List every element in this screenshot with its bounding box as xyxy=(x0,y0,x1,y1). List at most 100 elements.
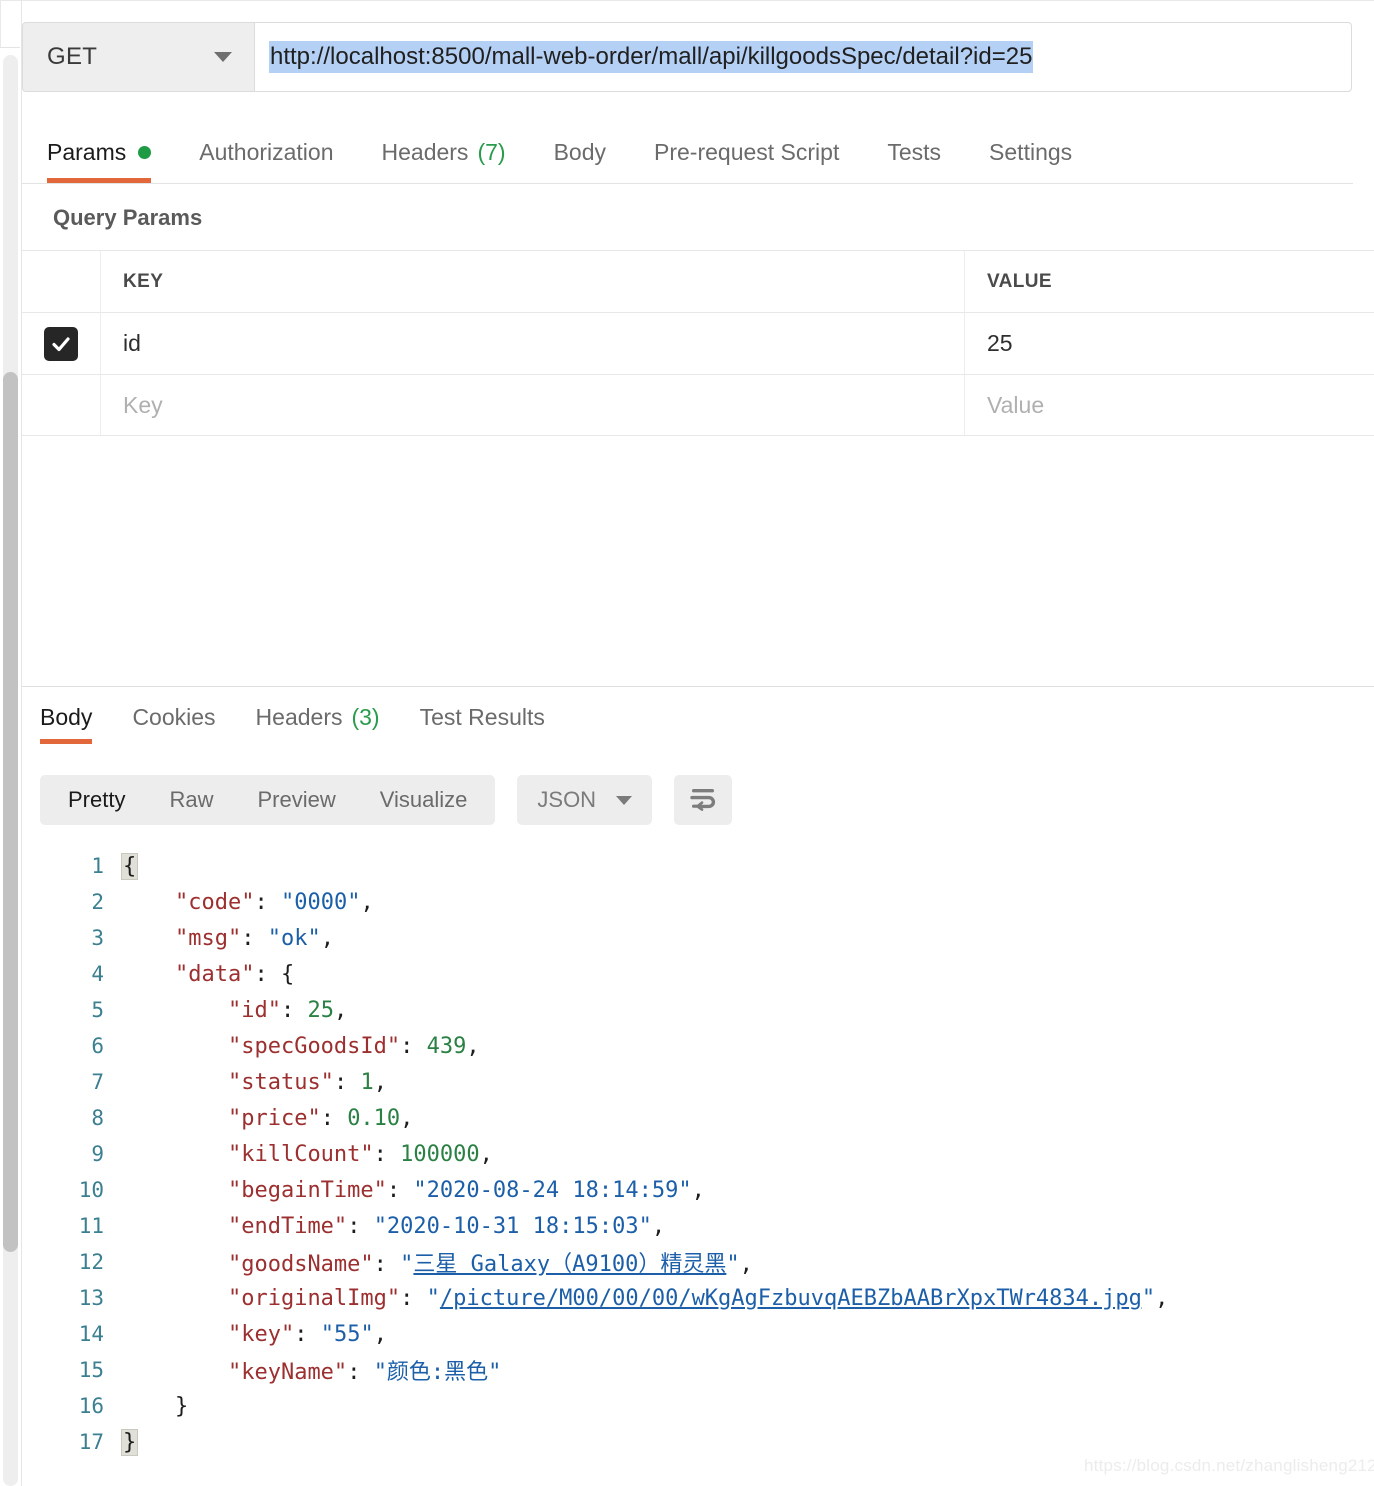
table-header-row: KEY VALUE xyxy=(22,250,1374,312)
http-method-dropdown[interactable]: GET xyxy=(22,22,254,92)
line-number: 3 xyxy=(91,926,104,950)
code-text: "status": 1, xyxy=(227,1069,387,1095)
tab-tests[interactable]: Tests xyxy=(887,122,941,182)
code-line: 12 "goodsName": "三星 Galaxy（A9100）精灵黑", xyxy=(22,1244,1374,1280)
format-preview-button[interactable]: Preview xyxy=(235,775,357,825)
word-wrap-toggle-button[interactable] xyxy=(674,775,733,825)
code-text: "id": 25, xyxy=(227,997,348,1023)
url-bar: GET http://localhost:8500/mall-web-order… xyxy=(22,22,1352,92)
tab-authorization-label: Authorization xyxy=(199,138,334,165)
code-text: } xyxy=(122,1393,189,1419)
code-line: 16 } xyxy=(22,1388,1374,1424)
request-tabs: Params Authorization Headers (7) Body Pr… xyxy=(22,122,1353,184)
response-tab-cookies-label: Cookies xyxy=(132,703,216,730)
response-body-json-viewer[interactable]: 1{2 "code": "0000", 3 "msg": "ok", 4 "data… xyxy=(22,848,1374,1468)
url-text: http://localhost:8500/mall-web-order/mal… xyxy=(269,41,1034,73)
tab-headers[interactable]: Headers (7) xyxy=(382,122,506,182)
column-header-value: VALUE xyxy=(987,270,1052,292)
line-number: 10 xyxy=(78,1178,104,1202)
code-line: 3 "msg": "ok", xyxy=(22,920,1374,956)
checkbox-checked-icon[interactable] xyxy=(44,326,78,361)
code-line: 10 "begainTime": "2020-08-24 18:14:59", xyxy=(22,1172,1374,1208)
postman-window: GET http://localhost:8500/mall-web-order… xyxy=(0,0,1374,1486)
tab-authorization[interactable]: Authorization xyxy=(199,122,333,182)
response-tab-headers[interactable]: Headers (3) xyxy=(256,690,380,744)
code-text: "keyName": "颜色:黑色" xyxy=(227,1360,502,1385)
chevron-down-icon xyxy=(214,52,232,62)
line-number: 13 xyxy=(78,1286,104,1310)
code-text: "specGoodsId": 439, xyxy=(227,1033,480,1059)
code-line: 11 "endTime": "2020-10-31 18:15:03", xyxy=(22,1208,1374,1244)
param-key-input[interactable]: id xyxy=(101,313,965,374)
params-active-dot-icon xyxy=(138,145,152,159)
table-row[interactable]: id 25 xyxy=(22,312,1374,374)
tab-params[interactable]: Params xyxy=(47,122,152,183)
line-number: 11 xyxy=(78,1214,104,1238)
response-tab-test-results-label: Test Results xyxy=(419,703,545,730)
line-number: 15 xyxy=(78,1358,104,1382)
code-text: "code": "0000", xyxy=(174,889,374,915)
tab-params-label: Params xyxy=(47,138,127,165)
code-text: "originalImg": "/picture/M00/00/00/wKgAg… xyxy=(227,1285,1169,1311)
code-line: 8 "price": 0.10, xyxy=(22,1100,1374,1136)
code-text: "msg": "ok", xyxy=(174,925,334,951)
line-number: 1 xyxy=(91,854,104,878)
line-number: 9 xyxy=(91,1142,104,1166)
row-enabled-checkbox-cell[interactable] xyxy=(22,313,101,374)
line-number: 4 xyxy=(91,962,104,986)
line-number: 7 xyxy=(91,1070,104,1094)
table-row-new[interactable]: Key Value xyxy=(22,374,1374,436)
code-line: 17} xyxy=(22,1424,1374,1460)
line-number: 12 xyxy=(78,1250,104,1274)
code-text: "endTime": "2020-10-31 18:15:03", xyxy=(227,1213,666,1239)
code-lines: 1{2 "code": "0000", 3 "msg": "ok", 4 "data… xyxy=(22,848,1374,1460)
format-raw-button[interactable]: Raw xyxy=(147,775,235,825)
url-input[interactable]: http://localhost:8500/mall-web-order/mal… xyxy=(254,22,1352,92)
query-params-table: KEY VALUE id 25 Key Value xyxy=(22,250,1374,436)
page-scrollbar-thumb[interactable] xyxy=(3,372,18,1252)
new-row-checkbox-cell[interactable] xyxy=(22,375,101,435)
format-visualize-button[interactable]: Visualize xyxy=(358,775,490,825)
watermark: https://blog.csdn.net/zhanglisheng2122 xyxy=(1084,1456,1374,1475)
line-number: 16 xyxy=(78,1394,104,1418)
response-tab-cookies[interactable]: Cookies xyxy=(132,690,215,744)
tab-tests-label: Tests xyxy=(887,138,942,165)
tab-settings[interactable]: Settings xyxy=(989,122,1072,182)
line-number: 17 xyxy=(78,1430,104,1454)
code-line: 9 "killCount": 100000, xyxy=(22,1136,1374,1172)
http-method-label: GET xyxy=(47,43,98,70)
response-tab-body-label: Body xyxy=(40,703,93,730)
code-line: 7 "status": 1, xyxy=(22,1064,1374,1100)
line-number: 2 xyxy=(91,890,104,914)
tab-pre-request-script-label: Pre-request Script xyxy=(654,138,840,165)
format-pretty-button[interactable]: Pretty xyxy=(46,775,147,825)
code-text: "key": "55", xyxy=(227,1321,387,1347)
header-checkbox-cell xyxy=(22,251,101,312)
left-divider-cap xyxy=(0,47,20,48)
code-line: 5 "id": 25, xyxy=(22,992,1374,1028)
language-label: JSON xyxy=(537,787,597,812)
new-param-value-input[interactable]: Value xyxy=(965,375,1374,435)
response-tab-test-results[interactable]: Test Results xyxy=(420,690,545,744)
format-mode-group: Pretty Raw Preview Visualize xyxy=(40,775,496,825)
top-divider xyxy=(0,0,1374,1)
language-dropdown[interactable]: JSON xyxy=(517,775,653,825)
tab-pre-request-script[interactable]: Pre-request Script xyxy=(654,122,839,182)
code-text: "goodsName": "三星 Galaxy（A9100）精灵黑", xyxy=(227,1252,753,1277)
response-tabs: Body Cookies Headers (3) Test Results xyxy=(22,690,1374,746)
param-value-input[interactable]: 25 xyxy=(965,313,1374,374)
code-line: 2 "code": "0000", xyxy=(22,884,1374,920)
tab-body[interactable]: Body xyxy=(554,122,606,182)
line-number: 6 xyxy=(91,1034,104,1058)
tab-settings-label: Settings xyxy=(989,138,1073,165)
code-text: "begainTime": "2020-08-24 18:14:59", xyxy=(227,1177,705,1203)
code-line: 1{ xyxy=(22,848,1374,884)
code-text: "data": { xyxy=(174,961,295,987)
line-number: 5 xyxy=(91,998,104,1022)
line-number: 14 xyxy=(78,1322,104,1346)
new-param-key-input[interactable]: Key xyxy=(101,375,965,435)
code-text: "killCount": 100000, xyxy=(227,1141,493,1167)
response-tab-body[interactable]: Body xyxy=(40,690,93,744)
code-line: 13 "originalImg": "/picture/M00/00/00/wK… xyxy=(22,1280,1374,1316)
response-tab-headers-label: Headers xyxy=(255,703,343,730)
